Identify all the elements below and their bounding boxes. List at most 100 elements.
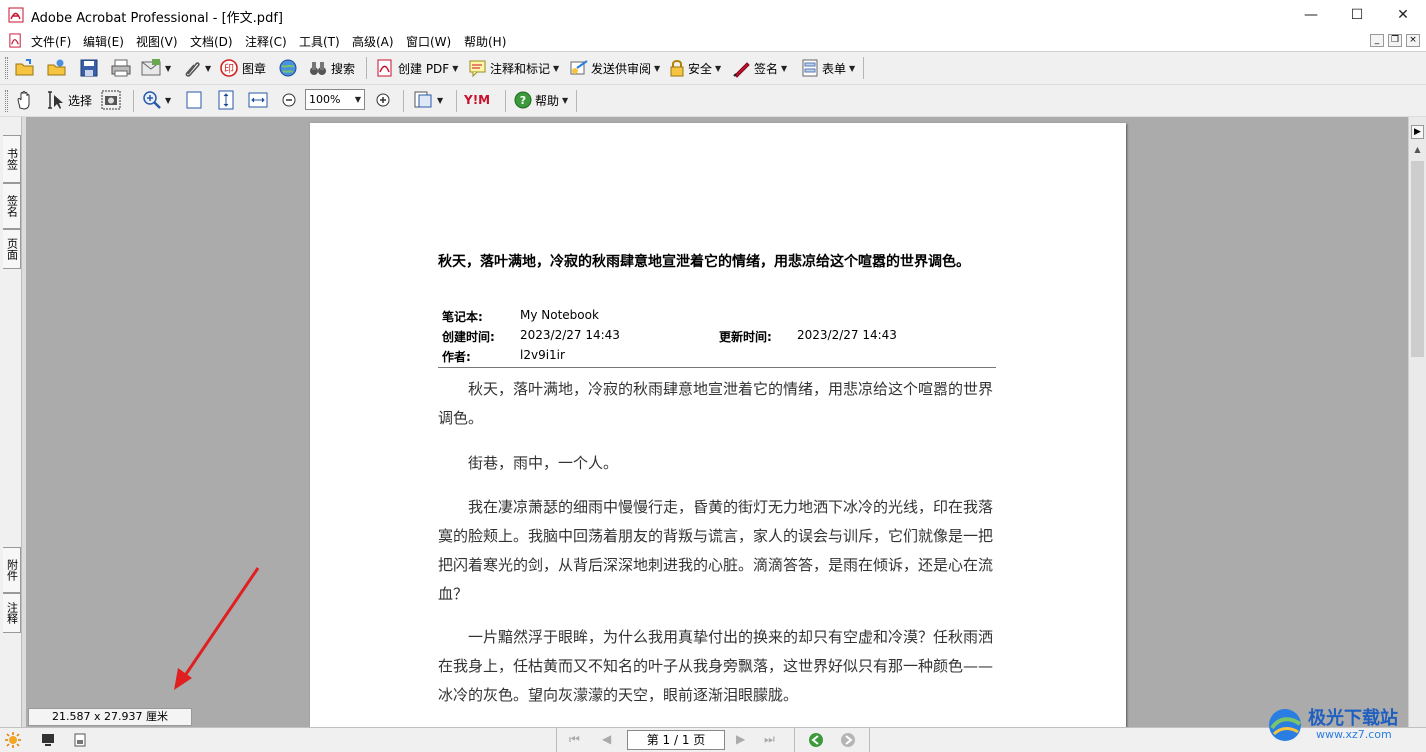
send-review-icon: [570, 60, 588, 75]
help-button[interactable]: ? 帮助 ▼: [514, 88, 568, 112]
menu-window[interactable]: 窗口(W): [406, 33, 451, 50]
fit-page-icon[interactable]: [217, 88, 235, 112]
maximize-button[interactable]: ☐: [1334, 0, 1380, 30]
doc-close-button[interactable]: ×: [1406, 34, 1420, 47]
menu-file[interactable]: 文件(F): [31, 33, 71, 50]
previous-view-icon[interactable]: [808, 732, 824, 748]
chevron-down-icon[interactable]: ▼: [165, 64, 171, 73]
rotate-view-icon[interactable]: ▼: [412, 88, 443, 112]
toolbar-grip[interactable]: [5, 90, 8, 112]
stamp-label: 图章: [242, 61, 267, 76]
forms-button[interactable]: 表单 ▼: [800, 56, 855, 80]
search-label: 搜索: [331, 61, 356, 76]
tab-comments[interactable]: 注释: [3, 593, 21, 633]
chevron-down-icon[interactable]: ▼: [654, 64, 660, 73]
page-layout-icon[interactable]: [72, 732, 88, 748]
sign-button[interactable]: 签名 ▼: [732, 56, 787, 80]
scroll-thumb[interactable]: [1411, 161, 1424, 357]
tab-signatures-label: 签名: [5, 195, 19, 217]
meta-divider: [438, 367, 996, 368]
menu-view[interactable]: 视图(V): [136, 33, 178, 50]
attach-icon[interactable]: ▼: [182, 56, 211, 80]
send-review-button[interactable]: 发送供审阅 ▼: [569, 56, 660, 80]
previous-page-icon[interactable]: ◀: [602, 732, 611, 746]
zoom-level-select[interactable]: 100% ▼: [305, 89, 365, 110]
comment-markup-button[interactable]: 注释和标记 ▼: [468, 56, 559, 80]
next-page-icon[interactable]: ▶: [736, 732, 745, 746]
print-icon[interactable]: [110, 56, 132, 80]
search-button[interactable]: 搜索: [308, 56, 355, 80]
menu-bar: 文件(F) 编辑(E) 视图(V) 文档(D) 注释(C) 工具(T) 高级(A…: [0, 30, 1426, 52]
tab-attachments[interactable]: 附件: [3, 547, 21, 593]
web-icon[interactable]: [277, 56, 299, 80]
chevron-down-icon[interactable]: ▼: [205, 64, 211, 73]
zoom-in-icon[interactable]: [375, 88, 391, 112]
zoom-out-icon[interactable]: [281, 88, 297, 112]
doc-minimize-button[interactable]: _: [1370, 34, 1384, 47]
sun-icon[interactable]: [4, 731, 22, 749]
create-pdf-label: 创建 PDF: [398, 61, 450, 76]
help-label: 帮助: [535, 93, 560, 108]
chevron-down-icon[interactable]: ▼: [437, 96, 443, 105]
toolbar-main: ▼ ▼ 印 图章 搜索 创建 PDF ▼ 注释和标记 ▼ 发送供审阅 ▼ 安全 …: [0, 52, 1426, 85]
open-icon[interactable]: [14, 56, 36, 80]
chevron-down-icon[interactable]: ▼: [452, 64, 458, 73]
first-page-icon[interactable]: ⏮: [569, 732, 580, 747]
minimize-button[interactable]: —: [1288, 0, 1334, 30]
snapshot-icon[interactable]: [100, 88, 122, 112]
security-button[interactable]: 安全 ▼: [668, 56, 721, 80]
doc-restore-button[interactable]: ❐: [1388, 34, 1402, 47]
close-button[interactable]: ✕: [1380, 0, 1426, 30]
menu-comments[interactable]: 注释(C): [245, 33, 287, 50]
created-label: 创建时间:: [442, 330, 495, 344]
select-tool-button[interactable]: 选择: [45, 88, 92, 112]
watermark-url: www.xz7.com: [1316, 728, 1392, 741]
notebook-label: 笔记本:: [442, 310, 483, 324]
menu-document[interactable]: 文档(D): [190, 33, 233, 50]
menu-edit[interactable]: 编辑(E): [83, 33, 124, 50]
create-pdf-button[interactable]: 创建 PDF ▼: [375, 56, 458, 80]
yahoo-messenger-icon[interactable]: Y!M: [464, 88, 490, 112]
monitor-icon[interactable]: [40, 732, 56, 748]
document-icon[interactable]: [8, 33, 23, 48]
toolbar-grip[interactable]: [5, 57, 8, 79]
fit-width-icon[interactable]: [248, 88, 268, 112]
help-icon: ?: [514, 91, 532, 109]
tab-signatures[interactable]: 签名: [3, 183, 21, 229]
next-view-icon[interactable]: [840, 732, 856, 748]
chevron-down-icon[interactable]: ▼: [849, 64, 855, 73]
menu-advanced[interactable]: 高级(A): [352, 33, 394, 50]
select-label: 选择: [68, 93, 93, 108]
chevron-down-icon[interactable]: ▼: [165, 96, 171, 105]
menu-help[interactable]: 帮助(H): [464, 33, 506, 50]
stamp-icon: 印: [220, 59, 238, 77]
chevron-down-icon[interactable]: ▼: [715, 64, 721, 73]
paragraph: 一片黯然浮于眼眸，为什么我用真挚付出的换来的却只有空虚和冷漠？任秋雨洒在我身上，…: [438, 628, 994, 704]
stamp-button[interactable]: 印 图章: [219, 56, 266, 80]
panel-toggle-arrow-icon[interactable]: ▶: [1411, 125, 1424, 139]
vertical-scrollbar[interactable]: ▶ ▲: [1408, 117, 1426, 727]
chevron-down-icon[interactable]: ▼: [781, 64, 787, 73]
scroll-up-icon[interactable]: ▲: [1411, 143, 1424, 157]
forms-icon: [802, 59, 818, 77]
save-icon[interactable]: [79, 56, 99, 80]
author-value: l2v9i1ir: [520, 348, 565, 362]
tab-pages[interactable]: 页面: [3, 229, 21, 269]
email-icon[interactable]: ▼: [140, 56, 171, 80]
document-viewport[interactable]: 秋天，落叶满地，冷寂的秋雨肆意地宣泄着它的情绪，用悲凉给这个喧嚣的世界调色。 笔…: [26, 117, 1408, 727]
last-page-icon[interactable]: ⏭: [764, 732, 775, 747]
page-size-indicator: 21.587 x 27.937 厘米: [28, 708, 192, 726]
page-number-field[interactable]: 第 1 / 1 页: [627, 730, 725, 750]
comment-icon: [469, 60, 486, 78]
hand-tool-icon[interactable]: [14, 88, 36, 112]
send-review-label: 发送供审阅: [591, 61, 652, 76]
actual-size-icon[interactable]: [185, 88, 203, 112]
menu-tools[interactable]: 工具(T): [299, 33, 340, 50]
zoom-in-tool-icon[interactable]: ▼: [142, 88, 171, 112]
tab-bookmarks[interactable]: 书签: [3, 135, 21, 183]
chevron-down-icon[interactable]: ▼: [355, 95, 361, 104]
chevron-down-icon[interactable]: ▼: [553, 64, 559, 73]
security-label: 安全: [688, 61, 713, 76]
organizer-icon[interactable]: [46, 56, 68, 80]
chevron-down-icon[interactable]: ▼: [562, 96, 568, 105]
